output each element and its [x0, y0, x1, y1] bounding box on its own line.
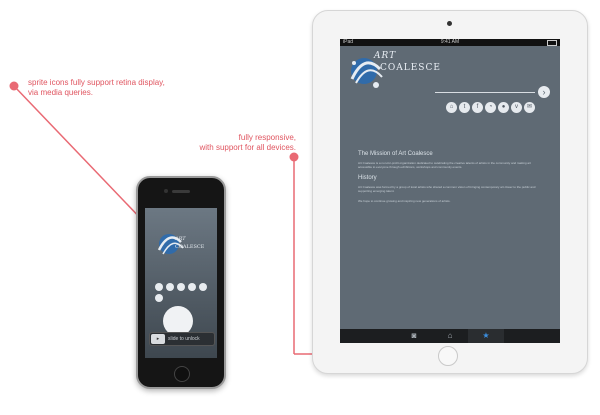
unlock-knob-icon[interactable]: ▸: [151, 334, 165, 344]
mission-heading: The Mission of Art Coalesce: [358, 151, 433, 157]
iphone-home-button[interactable]: [174, 366, 190, 382]
twitter-icon[interactable]: t: [459, 102, 470, 113]
retina-callout-dot: [9, 81, 19, 91]
home-icon[interactable]: ⌂: [446, 102, 457, 113]
battery-icon: [547, 40, 557, 46]
iphone-camera: [164, 189, 168, 193]
responsive-annotation-text: fully responsive, with support for all d…: [199, 133, 297, 152]
ipad-tab-bar: ◙ ⌂ ★: [340, 329, 560, 343]
ipad-home-button[interactable]: [438, 346, 458, 366]
history-paragraph: Art Coalesce was formed by a group of lo…: [358, 185, 536, 193]
responsive-annotation: fully responsive, with support for all d…: [186, 133, 297, 153]
ipad-status-bar: iPad 9:41 AM: [340, 39, 560, 46]
ipad-device: iPad 9:41 AM ART COALESCE › ⌂ t f ◔ ● v …: [312, 10, 588, 374]
social-icon-row: ⌂ t f ◔ ● v ✉: [446, 102, 535, 113]
retina-annotation: sprite icons fully support retina displa…: [28, 78, 188, 98]
twitter-icon[interactable]: [166, 283, 174, 291]
closing-paragraph: We hope to continue growing and inspirin…: [358, 199, 451, 203]
flickr-icon[interactable]: ●: [498, 102, 509, 113]
camera-icon[interactable]: ◙: [396, 329, 432, 343]
iphone-logo-graphic: [157, 234, 184, 255]
flickr-icon[interactable]: [199, 283, 207, 291]
star-icon[interactable]: ★: [468, 329, 504, 343]
home-icon[interactable]: [155, 283, 163, 291]
rss-icon[interactable]: ◔: [485, 102, 496, 113]
rss-icon[interactable]: [188, 283, 196, 291]
history-heading: History: [358, 175, 377, 181]
responsive-callout-dot: [289, 152, 299, 162]
vimeo-icon[interactable]: v: [511, 102, 522, 113]
iphone-speaker: [172, 190, 190, 193]
facebook-icon[interactable]: f: [472, 102, 483, 113]
iphone-screen: ART COALESCE ▸ slide to unlock: [145, 208, 217, 358]
logo-text-line1: ART: [374, 51, 397, 61]
iphone-device: ART COALESCE ▸ slide to unlock: [136, 176, 226, 389]
vimeo-icon[interactable]: [155, 294, 163, 302]
iphone-logo-text-line1: ART: [175, 236, 186, 242]
ipad-camera: [447, 21, 452, 26]
iphone-logo-text-line2: COALESCE: [175, 244, 205, 250]
slide-to-unlock[interactable]: ▸ slide to unlock: [149, 332, 215, 346]
ipad-screen: iPad 9:41 AM ART COALESCE › ⌂ t f ◔ ● v …: [340, 39, 560, 343]
next-arrow-button[interactable]: ›: [538, 86, 550, 98]
home-icon[interactable]: ⌂: [432, 329, 468, 343]
iphone-social-icons: [155, 283, 211, 302]
unlock-label: slide to unlock: [168, 336, 200, 342]
retina-annotation-text: sprite icons fully support retina displa…: [28, 78, 165, 97]
mail-icon[interactable]: ✉: [524, 102, 535, 113]
facebook-icon[interactable]: [177, 283, 185, 291]
logo-text-line2: COALESCE: [380, 63, 441, 73]
nav-divider: [435, 92, 535, 93]
mission-paragraph: Art Coalesce is a non-for-profit organiz…: [358, 161, 531, 169]
status-time: 9:41 AM: [440, 39, 460, 45]
main-content: The Mission of Art Coalesce Art Coalesce…: [358, 151, 544, 209]
